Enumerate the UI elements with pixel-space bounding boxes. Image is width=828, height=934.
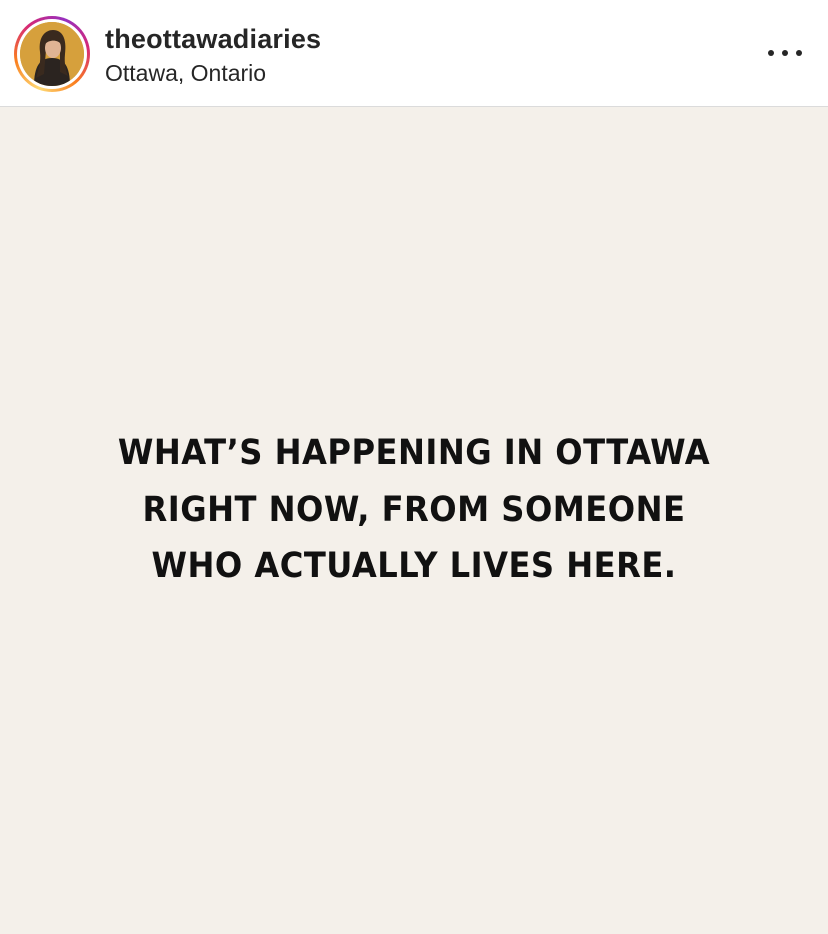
location-link[interactable]: Ottawa, Ontario (105, 60, 266, 87)
avatar[interactable] (20, 22, 84, 86)
post-headline: WHAT’S HAPPENING IN OTTAWA RIGHT NOW, FR… (33, 425, 795, 595)
profile-photo-icon (20, 22, 84, 86)
headline-line-1: WHAT’S HAPPENING IN OTTAWA (117, 433, 711, 473)
headline-line-2: RIGHT NOW, FROM SOMEONE (142, 489, 686, 530)
username[interactable]: theottawadiaries (105, 24, 321, 55)
post-header: theottawadiaries Ottawa, Ontario (0, 0, 828, 107)
more-options-icon[interactable] (768, 40, 802, 66)
post-image[interactable]: WHAT’S HAPPENING IN OTTAWA RIGHT NOW, FR… (0, 107, 828, 934)
instagram-post: theottawadiaries Ottawa, Ontario WHAT’S … (0, 0, 828, 934)
headline-line-3: WHO ACTUALLY LIVES HERE. (151, 546, 677, 586)
story-ring[interactable] (14, 16, 90, 92)
